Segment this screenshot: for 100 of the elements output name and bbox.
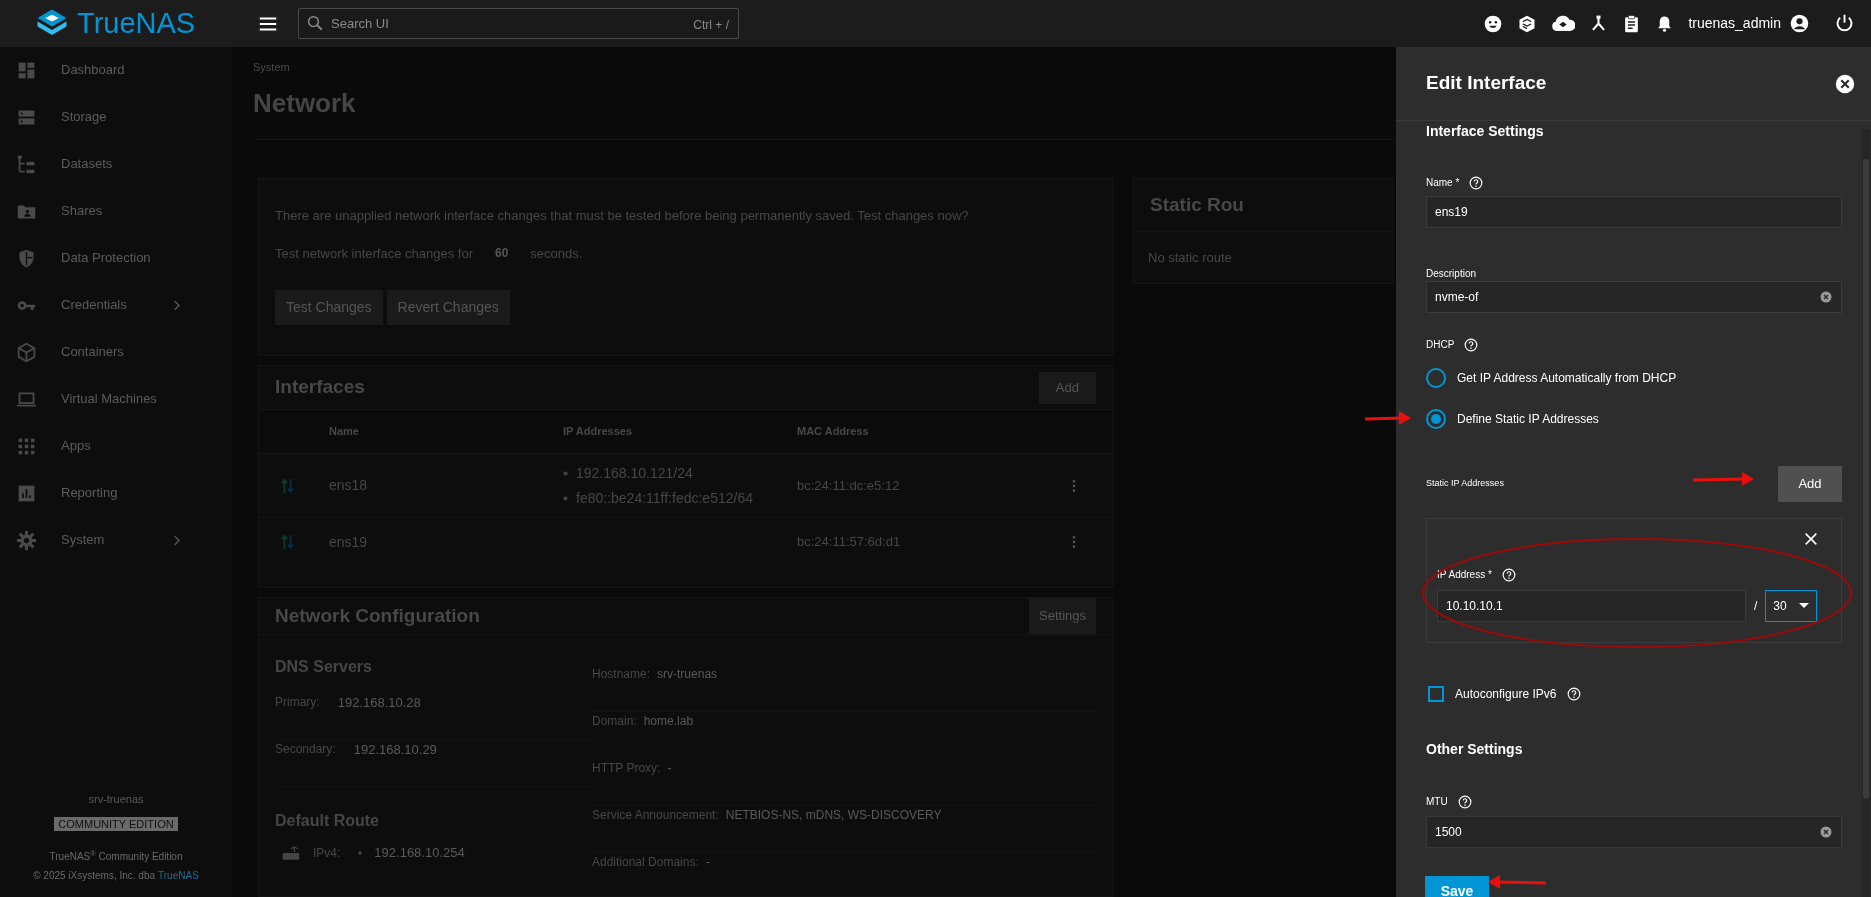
page-title: Network (253, 86, 356, 120)
sidebar-item[interactable]: System (0, 517, 232, 564)
field-label: Description (1426, 268, 1477, 279)
timeout-unit: seconds. (530, 244, 583, 263)
radio-option[interactable]: Get IP Address Automatically from DHCP (1426, 368, 1842, 388)
timeout-label: Test network interface changes for (275, 244, 473, 263)
section-title: Interface Settings (1426, 122, 1545, 141)
settings-icon (16, 529, 37, 551)
input-field[interactable]: nvme-of (1426, 281, 1842, 313)
field-value: 192.168.10.28 (337, 694, 421, 712)
field-value: srv-truenas (657, 666, 718, 683)
section-title: Other Settings (1426, 740, 1524, 759)
field-label: Static IP Addresses (1426, 477, 1504, 491)
edition-badge: COMMUNITY EDITION (54, 817, 178, 831)
sidebar-item[interactable]: Shares (0, 188, 232, 235)
settings-button[interactable]: Settings (1029, 598, 1096, 634)
help-icon[interactable] (1457, 794, 1472, 809)
radio-option[interactable]: Define Static IP Addresses (1426, 409, 1842, 429)
field-value: NETBIOS-NS, mDNS, WS-DISCOVERY (725, 807, 942, 824)
sidebar-item[interactable]: Reporting (0, 470, 232, 517)
power-icon[interactable] (1834, 13, 1855, 34)
smiley-icon[interactable] (1483, 13, 1504, 34)
card-title: Network Configuration (275, 603, 480, 628)
help-icon[interactable] (1464, 337, 1479, 352)
input-field[interactable]: ens19 (1426, 196, 1842, 228)
arrow-annotation (1692, 472, 1754, 486)
sidebar-item[interactable]: Dashboard (0, 47, 232, 94)
field-value: home.lab (643, 713, 694, 730)
section-title: Default Route (275, 811, 380, 831)
field-value: 192.168.10.29 (353, 741, 437, 759)
column-header: Name (329, 424, 360, 440)
router-icon (281, 843, 301, 863)
bullet-icon (563, 495, 568, 501)
sidebar-item[interactable]: Apps (0, 423, 232, 470)
sidebar-item[interactable]: Containers (0, 329, 232, 376)
arrow-annotation (1364, 411, 1411, 425)
tree-icon (16, 153, 37, 175)
action-button[interactable]: Test Changes (275, 290, 383, 325)
table-cell-text: 192.168.10.121/24 (576, 463, 693, 483)
clear-icon[interactable] (1820, 826, 1832, 838)
table-cell-text: ens19 (329, 532, 369, 552)
cube-icon[interactable] (1517, 13, 1538, 34)
sidebar-item[interactable]: Datasets (0, 141, 232, 188)
field-label: Name * (1426, 176, 1460, 190)
column-header: MAC Address (797, 424, 870, 440)
field-label: Domain: (592, 713, 637, 730)
logo-text: TrueNAS (77, 9, 196, 38)
field-label: Additional Domains: (592, 854, 699, 871)
sidebar-item[interactable]: Virtual Machines (0, 376, 232, 423)
arrow-annotation (1488, 875, 1547, 889)
copyright-text: © 2025 iXsystems, Inc. dba (33, 869, 156, 883)
more-vertical-icon[interactable] (1072, 535, 1076, 549)
help-icon[interactable] (1501, 567, 1516, 582)
help-icon[interactable] (1469, 175, 1484, 190)
checkbox-label: Autoconfigure IPv6 (1455, 686, 1557, 703)
breadcrumb[interactable]: System (253, 59, 290, 76)
add-button[interactable]: Add (1038, 371, 1096, 404)
truenas-link[interactable]: TrueNAS (158, 868, 199, 883)
updown-arrows-icon (281, 533, 295, 551)
card-title: Interfaces (275, 375, 365, 400)
close-icon[interactable] (1835, 73, 1855, 94)
user-icon[interactable] (1789, 13, 1810, 34)
field-label: Hostname: (592, 666, 651, 683)
empty-message: No static route (1147, 249, 1233, 267)
action-button[interactable]: Revert Changes (386, 290, 510, 325)
save-button[interactable]: Save (1425, 876, 1489, 897)
clear-icon[interactable] (1820, 291, 1832, 303)
table-cell-text: bc:24:11:57:6d:d1 (797, 533, 902, 552)
field-label: IPv4: (313, 845, 341, 862)
more-vertical-icon[interactable] (1072, 478, 1076, 493)
product-name: TrueNAS$^{®}$ Community Edition (49, 849, 183, 864)
field-label: Primary: (275, 694, 320, 711)
card-title: Static Rou (1150, 192, 1244, 217)
field-value: 192.168.10.254 (374, 844, 465, 863)
checkbox[interactable] (1428, 686, 1444, 702)
field-value: - (667, 760, 672, 777)
bullet-icon (563, 470, 568, 476)
add-button[interactable]: Add (1778, 466, 1842, 502)
input-field[interactable]: 10.10.10.1 (1437, 590, 1746, 622)
table-cell-text: ens18 (329, 476, 369, 495)
cloud-icon[interactable] (1551, 14, 1576, 33)
help-icon[interactable] (1567, 687, 1582, 701)
sidebar-item[interactable]: Storage (0, 94, 232, 141)
sidebar-item[interactable]: Credentials (0, 282, 232, 329)
timeout-value[interactable]: 60 (491, 244, 513, 263)
search-icon (306, 14, 324, 32)
field-label: Secondary: (275, 741, 336, 758)
close-icon[interactable] (1803, 531, 1819, 547)
table-cell-text: fe80::be24:11ff:fedc:e512/64 (576, 488, 753, 508)
field-label: MTU (1426, 795, 1448, 809)
input-field[interactable]: 1500 (1426, 816, 1842, 848)
panel-title: Edit Interface (1426, 71, 1547, 96)
sidebar-item[interactable]: Data Protection (0, 235, 232, 282)
separator-text: / (1754, 598, 1758, 615)
updown-arrows-icon (281, 476, 295, 495)
shortcut-hint: Ctrl + / (693, 17, 729, 34)
field-value: - (705, 854, 710, 871)
field-label: HTTP Proxy: (592, 760, 661, 777)
username[interactable]: truenas_admin (1688, 13, 1781, 34)
netmask-select[interactable]: 30 (1765, 590, 1818, 622)
